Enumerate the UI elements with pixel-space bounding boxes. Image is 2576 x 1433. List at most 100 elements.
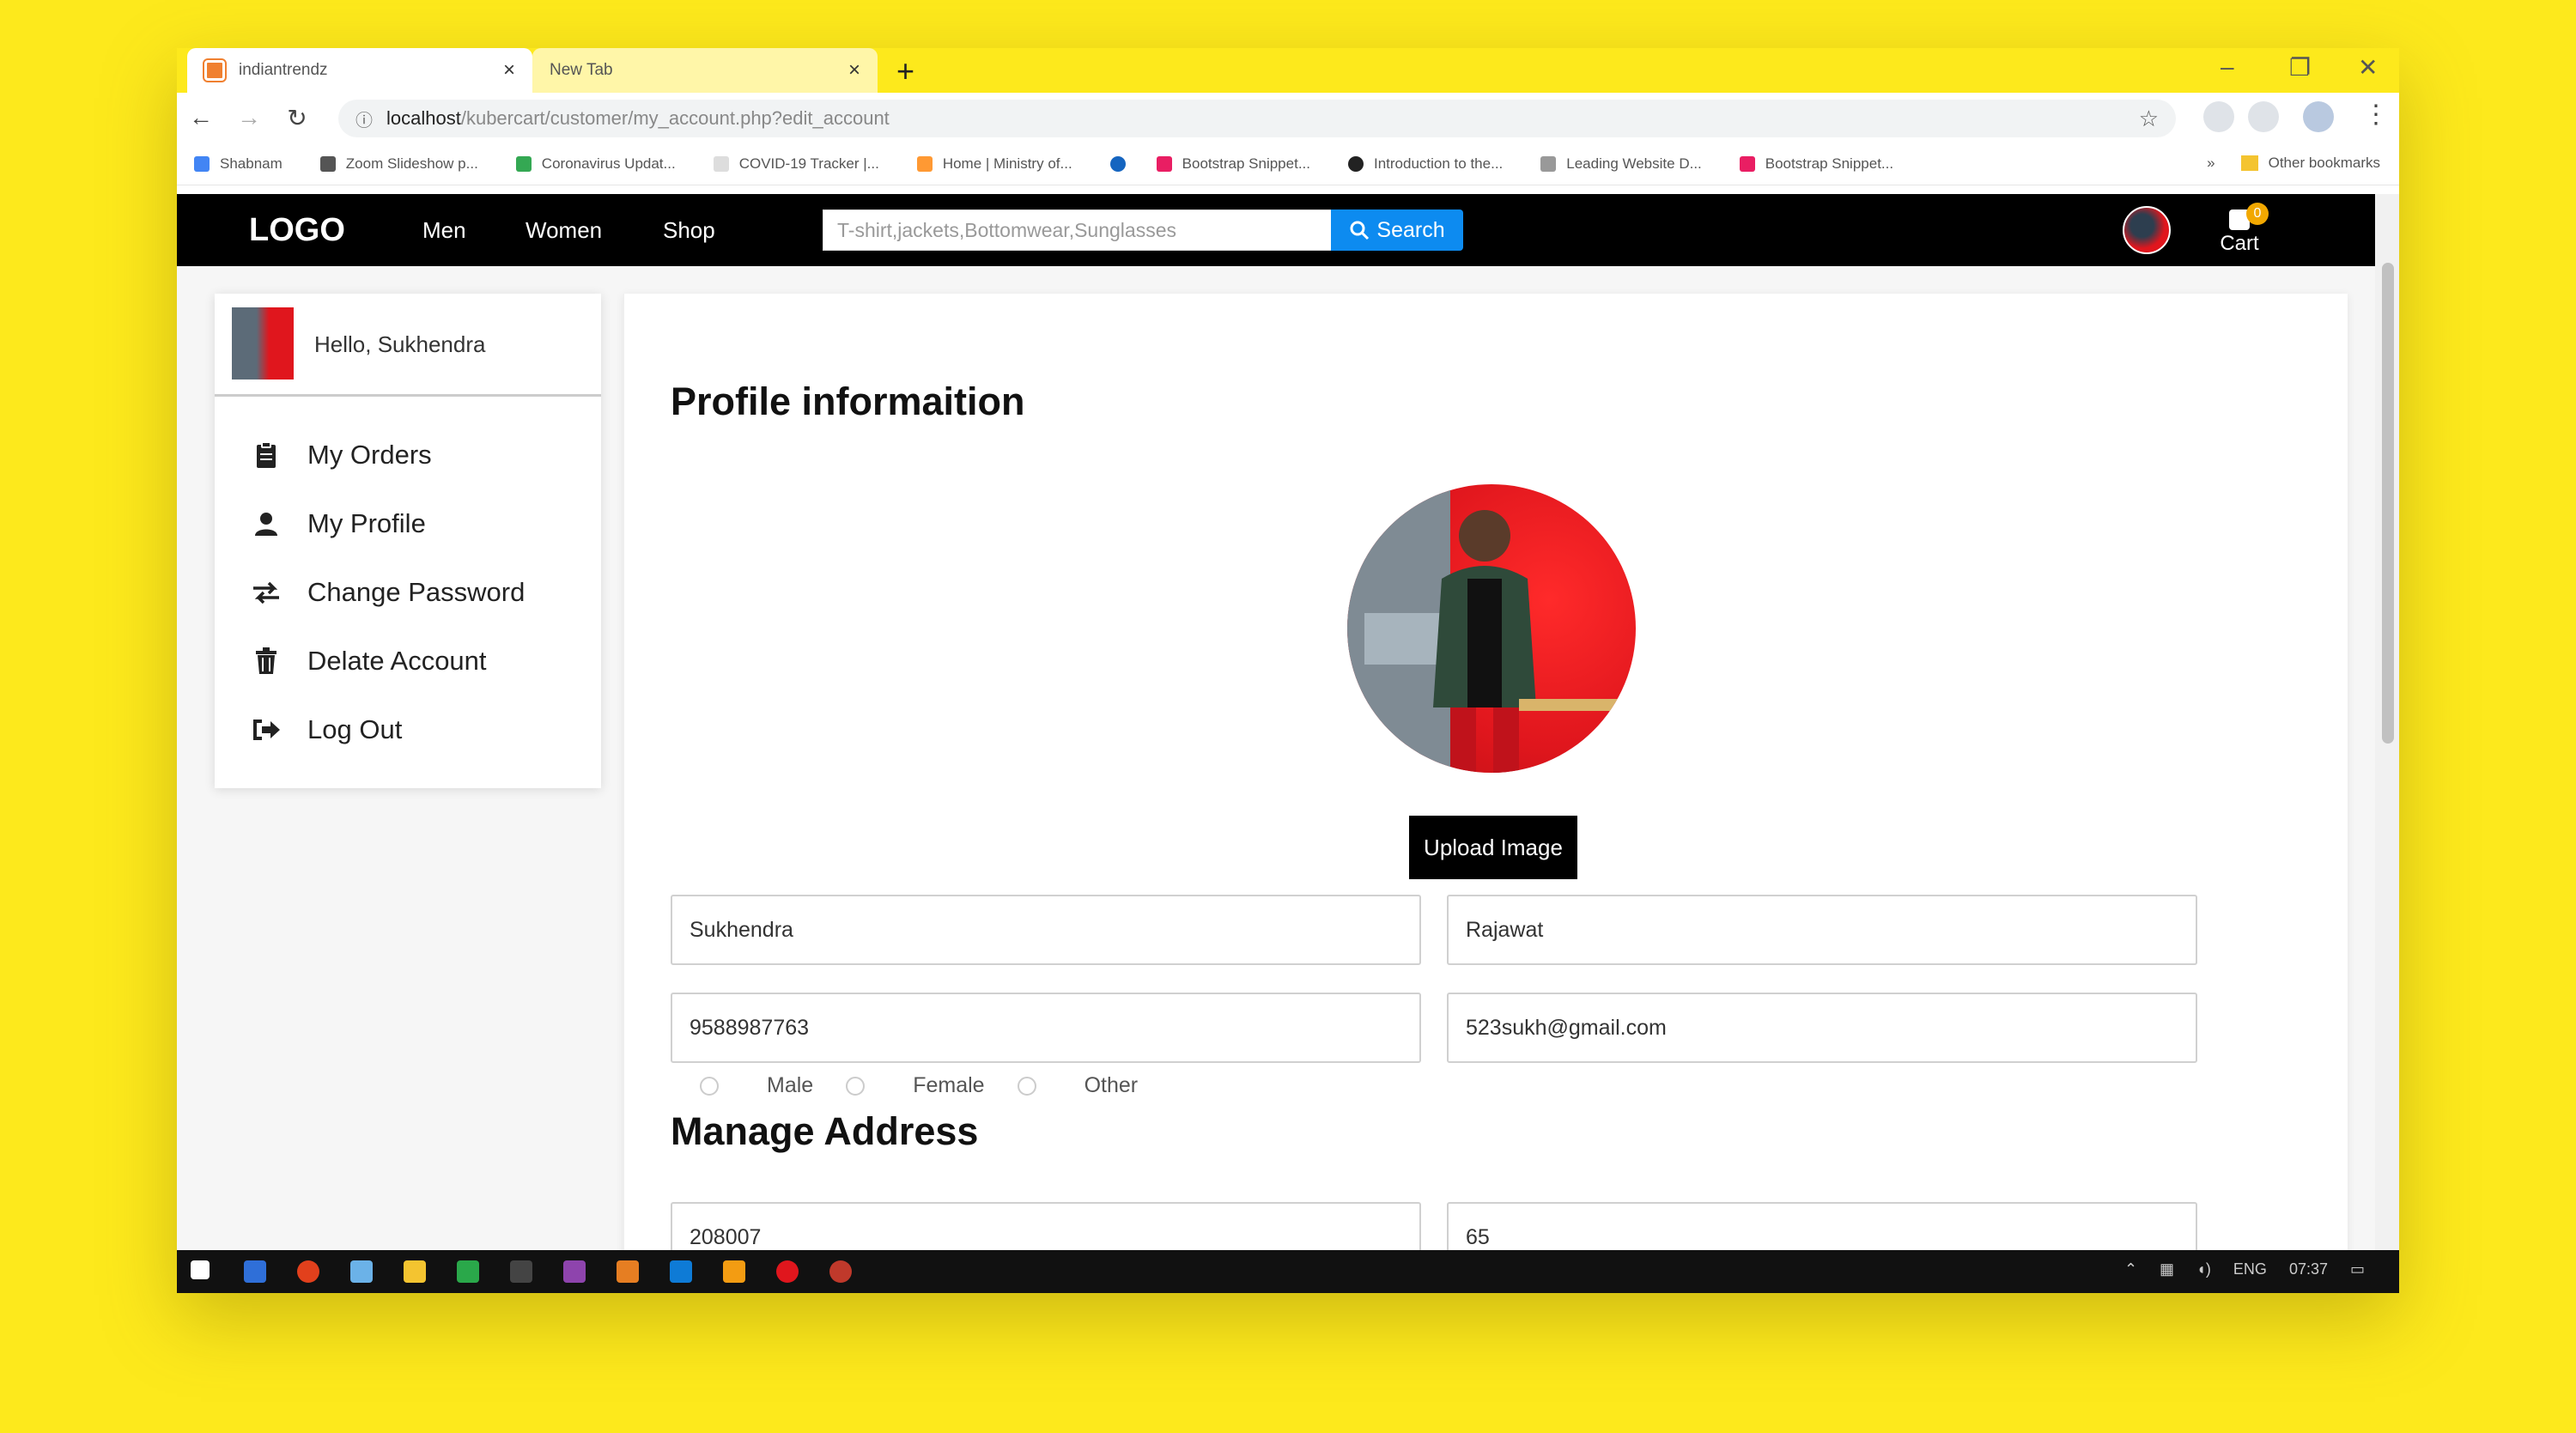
sidebar-item-change-password[interactable]: Change Password bbox=[249, 577, 525, 608]
gender-label-other: Other bbox=[1084, 1073, 1139, 1097]
forward-icon[interactable]: → bbox=[225, 104, 273, 131]
network-icon[interactable]: ▦ bbox=[2160, 1260, 2174, 1278]
site-logo[interactable]: LOGO bbox=[249, 212, 345, 249]
bookmark-favicon-icon bbox=[1109, 155, 1126, 172]
tab-close-icon[interactable]: × bbox=[848, 58, 860, 82]
taskbar-app-icon[interactable] bbox=[617, 1260, 639, 1283]
user-greeting: Hello, Sukhendra bbox=[215, 294, 601, 397]
os-taskbar: ⌃ ▦ ◖) ENG 07:37 ▭ bbox=[177, 1250, 2399, 1293]
bookmark-item[interactable]: Introduction to the... bbox=[1348, 155, 1503, 173]
extension-icon[interactable] bbox=[2203, 101, 2234, 132]
bookmark-label: Bootstrap Snippet... bbox=[1765, 155, 1894, 172]
bookmark-item[interactable]: Home | Ministry of... bbox=[916, 155, 1072, 173]
bookmark-item[interactable]: Zoom Slideshow p... bbox=[319, 155, 478, 173]
bookmark-favicon-icon bbox=[1156, 155, 1172, 172]
gender-radio-other[interactable] bbox=[1017, 1076, 1036, 1096]
nav-link-men[interactable]: Men bbox=[422, 217, 466, 244]
site-navbar: LOGO Men Women Shop T-shirt,jackets,Bott… bbox=[177, 194, 2375, 266]
bookmark-favicon-icon bbox=[1739, 155, 1755, 172]
sidebar-item-my-orders[interactable]: My Orders bbox=[249, 440, 432, 471]
volume-icon[interactable]: ◖) bbox=[2196, 1260, 2211, 1278]
bookmark-item[interactable]: Coronavirus Updat... bbox=[515, 155, 676, 173]
trash-icon bbox=[249, 647, 283, 676]
back-icon[interactable]: ← bbox=[177, 104, 225, 131]
profile-picture bbox=[1347, 484, 1636, 773]
account-sidebar: Hello, Sukhendra My Orders My Profile Ch… bbox=[215, 294, 601, 788]
tab-new-tab[interactable]: New Tab × bbox=[532, 48, 878, 93]
bookmark-item[interactable]: Shabnam bbox=[194, 155, 283, 173]
address-row: ← → ↻ ⓘ localhost /kubercart/customer/my… bbox=[177, 93, 2399, 143]
folder-icon[interactable] bbox=[404, 1260, 426, 1283]
scrollbar-thumb[interactable] bbox=[2382, 263, 2394, 744]
bookmark-favicon-icon bbox=[194, 155, 210, 172]
bookmark-favicon-icon bbox=[1540, 155, 1557, 172]
chrome-icon[interactable] bbox=[776, 1260, 799, 1283]
reload-icon[interactable]: ↻ bbox=[273, 104, 321, 132]
profile-icon[interactable] bbox=[2303, 101, 2334, 132]
nav-link-women[interactable]: Women bbox=[526, 217, 602, 244]
tab-indiantrendz[interactable]: indiantrendz × bbox=[187, 48, 532, 93]
terminal-icon[interactable] bbox=[510, 1260, 532, 1283]
other-bookmarks[interactable]: » Other bookmarks bbox=[2207, 155, 2380, 172]
language-indicator[interactable]: ENG bbox=[2233, 1260, 2267, 1278]
menu-dots-icon[interactable]: ⋮ bbox=[2363, 100, 2389, 130]
info-icon[interactable]: ⓘ bbox=[355, 106, 373, 131]
site-favicon-icon bbox=[203, 58, 227, 82]
upload-image-button[interactable]: Upload Image bbox=[1409, 816, 1577, 879]
gender-label-female: Female bbox=[913, 1073, 985, 1097]
bookmark-favicon-icon bbox=[1348, 155, 1364, 172]
more-bookmarks-icon[interactable]: » bbox=[2207, 155, 2215, 172]
taskbar-app-icon[interactable] bbox=[297, 1260, 319, 1283]
tab-strip: indiantrendz × New Tab × + – ❐ ✕ bbox=[177, 48, 2399, 93]
new-tab-button[interactable]: + bbox=[896, 53, 914, 89]
system-tray: ⌃ ▦ ◖) ENG 07:37 ▭ bbox=[2102, 1260, 2365, 1278]
sidebar-item-delete-account[interactable]: Delate Account bbox=[249, 646, 487, 677]
address-bar[interactable]: ⓘ localhost /kubercart/customer/my_accou… bbox=[338, 100, 2176, 137]
sidebar-item-log-out[interactable]: Log Out bbox=[249, 714, 402, 745]
search-input[interactable]: T-shirt,jackets,Bottomwear,Sunglasses bbox=[823, 209, 1333, 251]
extension-icon[interactable] bbox=[2248, 101, 2279, 132]
record-icon[interactable] bbox=[829, 1260, 852, 1283]
browser-window: indiantrendz × New Tab × + – ❐ ✕ ← → ↻ ⓘ… bbox=[177, 48, 2399, 1293]
other-bookmarks-label: Other bookmarks bbox=[2268, 155, 2380, 171]
search-button-label: Search bbox=[1376, 217, 1445, 242]
bookmark-label: Leading Website D... bbox=[1566, 155, 1702, 172]
phone-field[interactable]: 9588987763 bbox=[671, 993, 1421, 1063]
bookmark-label: Home | Ministry of... bbox=[942, 155, 1072, 172]
bookmark-item[interactable]: Bootstrap Snippet... bbox=[1739, 155, 1894, 173]
sidebar-item-label: Log Out bbox=[307, 714, 403, 744]
taskbar-app-icon[interactable] bbox=[244, 1260, 266, 1283]
sidebar-item-my-profile[interactable]: My Profile bbox=[249, 508, 426, 539]
minimize-button[interactable]: – bbox=[2221, 53, 2234, 81]
gender-radio-male[interactable] bbox=[700, 1076, 719, 1096]
nav-link-shop[interactable]: Shop bbox=[663, 217, 715, 244]
vscode-icon[interactable] bbox=[670, 1260, 692, 1283]
tab-title: New Tab bbox=[550, 61, 613, 79]
windows-start-icon[interactable] bbox=[191, 1260, 210, 1279]
first-name-field[interactable]: Sukhendra bbox=[671, 895, 1421, 965]
taskbar-app-icon[interactable] bbox=[457, 1260, 479, 1283]
profile-panel: Profile informaition Upload Image Sukhen… bbox=[623, 294, 2348, 1293]
search-button[interactable]: Search bbox=[1331, 209, 1463, 251]
taskbar-app-icon[interactable] bbox=[723, 1260, 745, 1283]
bookmark-item[interactable]: Leading Website D... bbox=[1540, 155, 1702, 173]
bookmark-item[interactable]: Bootstrap Snippet... bbox=[1156, 155, 1310, 173]
bookmark-item[interactable] bbox=[1109, 155, 1136, 172]
email-field[interactable]: 523sukh@gmail.com bbox=[1447, 993, 2197, 1063]
close-window-button[interactable]: ✕ bbox=[2358, 53, 2378, 82]
taskbar-app-icon[interactable] bbox=[563, 1260, 586, 1283]
maximize-button[interactable]: ❐ bbox=[2289, 53, 2311, 82]
bookmark-item[interactable]: COVID-19 Tracker |... bbox=[713, 155, 879, 173]
bookmark-star-icon[interactable]: ☆ bbox=[2139, 106, 2159, 132]
tab-title: indiantrendz bbox=[239, 61, 328, 79]
cart-button[interactable]: 0 Cart bbox=[2214, 203, 2269, 259]
gender-radio-female[interactable] bbox=[846, 1076, 866, 1096]
clock[interactable]: 07:37 bbox=[2289, 1260, 2328, 1278]
tray-chevron-icon[interactable]: ⌃ bbox=[2124, 1260, 2137, 1278]
tab-close-icon[interactable]: × bbox=[503, 58, 515, 82]
page-scrollbar[interactable] bbox=[2375, 194, 2399, 1293]
taskbar-app-icon[interactable] bbox=[350, 1260, 373, 1283]
notifications-icon[interactable]: ▭ bbox=[2350, 1260, 2365, 1278]
last-name-field[interactable]: Rajawat bbox=[1447, 895, 2197, 965]
user-avatar[interactable] bbox=[2123, 206, 2171, 254]
